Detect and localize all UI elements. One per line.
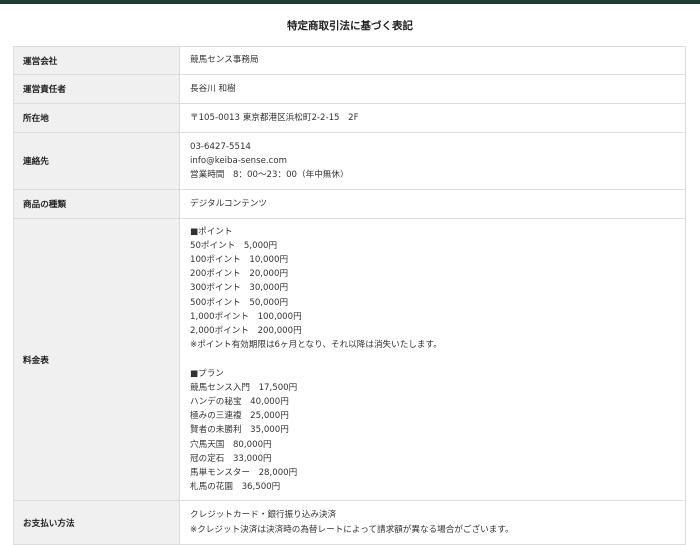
plan-item: 賢者の未勝利 35,000円 <box>190 425 289 436</box>
row-value: 03-6427-5514 info@keiba-sense.com 営業時間 8… <box>179 132 686 190</box>
price-item: 50ポイント 5,000円 <box>190 240 278 251</box>
payment-methods: クレジットカード・銀行振り込み決済 <box>190 510 337 521</box>
payment-note: ※クレジット決済は決済時の為替レートによって請求額が異なる場合がございます。 <box>190 524 514 535</box>
plan-item: 馬単モンスター 28,000円 <box>190 467 298 478</box>
price-item: 300ポイント 30,000円 <box>190 283 289 294</box>
business-hours: 営業時間 8：00～23：00（年中無休） <box>190 170 349 181</box>
price-list: ■ポイント 50ポイント 5,000円 100ポイント 10,000円 200ポ… <box>179 218 686 501</box>
price-item: 100ポイント 10,000円 <box>190 255 289 266</box>
row-label: 所在地 <box>13 103 180 133</box>
points-heading: ■ポイント <box>190 226 233 237</box>
row-label: 連絡先 <box>13 132 180 190</box>
price-item: 200ポイント 20,000円 <box>190 269 289 280</box>
legal-info-table: 運営会社 競馬センス事務局 運営責任者 長谷川 和樹 所在地 〒105-0013… <box>13 46 686 545</box>
plan-item: 穴馬天国 80,000円 <box>190 439 272 450</box>
price-item: 1,000ポイント 100,000円 <box>190 311 302 322</box>
table-row-company: 運営会社 競馬センス事務局 <box>13 46 686 75</box>
row-value: 〒105-0013 東京都港区浜松町2-2-15 2F <box>179 103 686 133</box>
row-value: 長谷川 和樹 <box>179 74 686 104</box>
row-value: クレジットカード・銀行振り込み決済 ※クレジット決済は決済時の為替レートによって… <box>179 500 686 545</box>
table-row-contact: 連絡先 03-6427-5514 info@keiba-sense.com 営業… <box>13 132 686 190</box>
product-type: デジタルコンテンツ <box>190 198 268 209</box>
table-row-address: 所在地 〒105-0013 東京都港区浜松町2-2-15 2F <box>13 103 686 133</box>
row-label: お支払い方法 <box>13 500 180 545</box>
table-row-product-type: 商品の種類 デジタルコンテンツ <box>13 189 686 219</box>
row-label: 運営責任者 <box>13 74 180 104</box>
row-label: 商品の種類 <box>13 189 180 219</box>
top-bar <box>0 0 700 4</box>
plan-item: 競馬センス入門 17,500円 <box>190 382 298 393</box>
row-label: 運営会社 <box>13 46 180 75</box>
phone-number: 03-6427-5514 <box>190 141 251 152</box>
plan-item: ハンデの秘宝 40,000円 <box>190 396 289 407</box>
company-name: 競馬センス事務局 <box>190 55 259 66</box>
price-item: 2,000ポイント 200,000円 <box>190 326 302 337</box>
table-row-price-list: 料金表 ■ポイント 50ポイント 5,000円 100ポイント 10,000円 … <box>13 218 686 501</box>
table-row-manager: 運営責任者 長谷川 和樹 <box>13 74 686 104</box>
price-item: 500ポイント 50,000円 <box>190 297 289 308</box>
email-address: info@keiba-sense.com <box>190 155 287 166</box>
manager-name: 長谷川 和樹 <box>190 83 236 94</box>
page-title: 特定商取引法に基づく表記 <box>287 20 413 32</box>
row-label: 料金表 <box>13 218 180 501</box>
plans-heading: ■プラン <box>190 368 224 379</box>
plan-item: 札馬の花園 36,500円 <box>190 482 281 493</box>
address-text: 〒105-0013 東京都港区浜松町2-2-15 2F <box>190 112 359 123</box>
table-row-payment: お支払い方法 クレジットカード・銀行振り込み決済 ※クレジット決済は決済時の為替… <box>13 500 686 545</box>
row-value: 競馬センス事務局 <box>179 46 686 75</box>
plan-item: 極みの三連複 25,000円 <box>190 411 289 422</box>
plan-item: 冠の定石 33,000円 <box>190 453 272 464</box>
points-note: ※ポイント有効期限は6ヶ月となり、それ以降は消失いたします。 <box>190 340 442 351</box>
row-value: デジタルコンテンツ <box>179 189 686 219</box>
